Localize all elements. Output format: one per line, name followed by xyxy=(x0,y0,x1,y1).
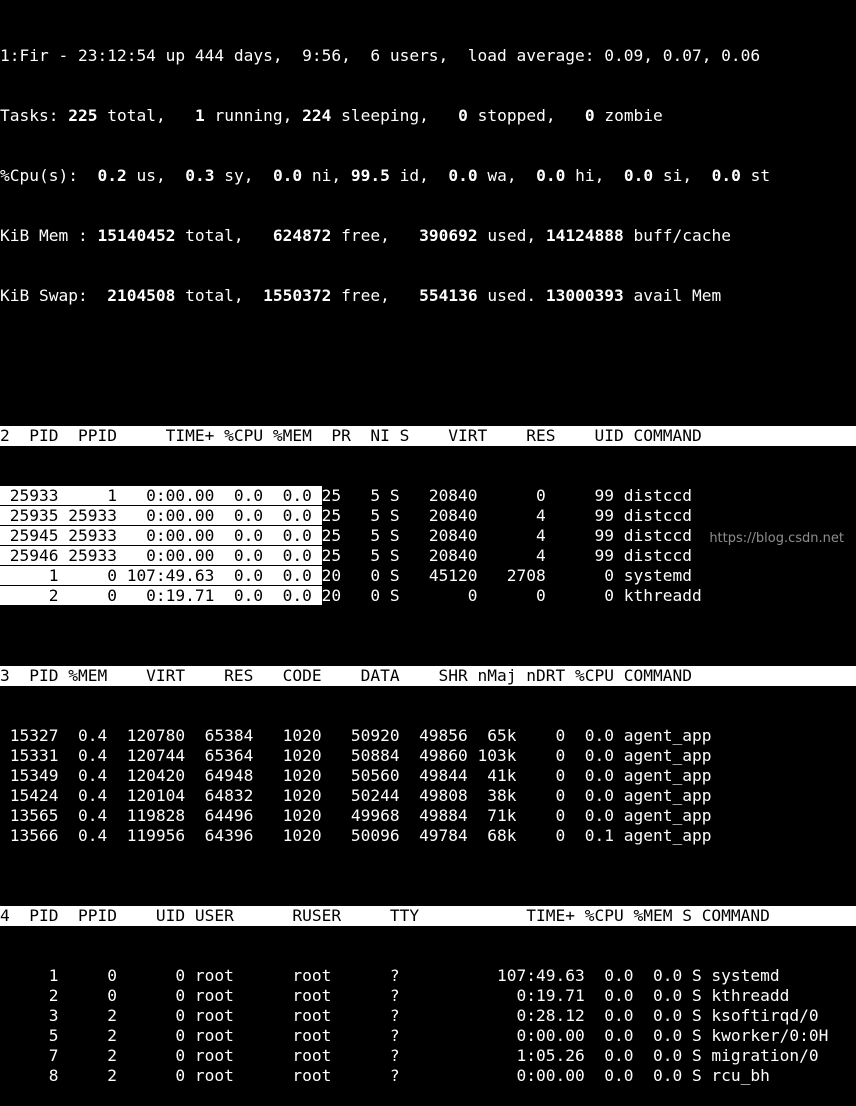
process-cols-right: 0 S 0 0 0 kthreadd xyxy=(341,586,702,605)
uptime-line: 1:Fir - 23:12:54 up 444 days, 9:56, 6 us… xyxy=(0,46,761,65)
process-cols-right: 0 S 45120 2708 0 systemd xyxy=(341,566,692,585)
process-row: 7 2 0 root root ? 1:05.26 0.0 0.0 S migr… xyxy=(0,1046,819,1065)
tasks-line: Tasks: 225 total, 1 running, 224 sleepin… xyxy=(0,106,663,125)
process-row: 1 0 107:49.63 0.0 0.0 20 0 S 45120 2708 … xyxy=(0,566,856,586)
process-row: 15327 0.4 120780 65384 1020 50920 49856 … xyxy=(0,726,712,745)
process-row: 13566 0.4 119956 64396 1020 50096 49784 … xyxy=(0,826,712,845)
tasks-running: 1 xyxy=(194,106,205,125)
tasks-zombie: 0 xyxy=(584,106,595,125)
priority-cell: 25 xyxy=(321,486,342,505)
priority-cell: 25 xyxy=(321,526,342,545)
process-cols-left: 25945 25933 0:00.00 0.0 0.0 xyxy=(0,526,322,545)
tasks-sleeping: 224 xyxy=(302,106,332,125)
process-row: 2 0 0 root root ? 0:19.71 0.0 0.0 S kthr… xyxy=(0,986,790,1005)
process-cols-right: 5 S 20840 4 99 distccd xyxy=(341,506,692,525)
window3-rows: 15327 0.4 120780 65384 1020 50920 49856 … xyxy=(0,726,856,846)
process-cols-right: 5 S 20840 0 99 distccd xyxy=(341,486,692,505)
priority-cell: 20 xyxy=(321,586,342,605)
swap-line: KiB Swap: 2104508 total, 1550372 free, 5… xyxy=(0,286,722,305)
process-row: 8 2 0 root root ? 0:00.00 0.0 0.0 S rcu_… xyxy=(0,1066,770,1085)
window2-header: 2 PID PPID TIME+ %CPU %MEM PR NI S VIRT … xyxy=(0,426,856,446)
mem-line: KiB Mem : 15140452 total, 624872 free, 3… xyxy=(0,226,731,245)
process-row: 1 0 0 root root ? 107:49.63 0.0 0.0 S sy… xyxy=(0,966,780,985)
process-row: 15349 0.4 120420 64948 1020 50560 49844 … xyxy=(0,766,712,785)
process-row: 5 2 0 root root ? 0:00.00 0.0 0.0 S kwor… xyxy=(0,1026,829,1045)
tasks-stopped: 0 xyxy=(458,106,468,125)
process-cols-left: 25935 25933 0:00.00 0.0 0.0 xyxy=(0,506,322,525)
process-row: 25933 1 0:00.00 0.0 0.0 25 5 S 20840 0 9… xyxy=(0,486,856,506)
window2-rows: 25933 1 0:00.00 0.0 0.0 25 5 S 20840 0 9… xyxy=(0,486,856,606)
process-row: 15424 0.4 120104 64832 1020 50244 49808 … xyxy=(0,786,712,805)
cpu-line: %Cpu(s): 0.2 us, 0.3 sy, 0.0 ni, 99.5 id… xyxy=(0,166,771,185)
priority-cell: 25 xyxy=(321,506,342,525)
process-cols-left: 25933 1 0:00.00 0.0 0.0 xyxy=(0,486,322,505)
window4-rows: 1 0 0 root root ? 107:49.63 0.0 0.0 S sy… xyxy=(0,966,856,1086)
process-cols-left: 2 0 0:19.71 0.0 0.0 xyxy=(0,586,322,605)
process-row: 2 0 0:19.71 0.0 0.0 20 0 S 0 0 0 kthread… xyxy=(0,586,856,606)
terminal[interactable]: 1:Fir - 23:12:54 up 444 days, 9:56, 6 us… xyxy=(0,6,856,1106)
process-cols-left: 1 0 107:49.63 0.0 0.0 xyxy=(0,566,322,585)
process-cols-right: 5 S 20840 4 99 distccd xyxy=(341,526,692,545)
process-row: 15331 0.4 120744 65364 1020 50884 49860 … xyxy=(0,746,712,765)
process-row: 3 2 0 root root ? 0:28.12 0.0 0.0 S ksof… xyxy=(0,1006,819,1025)
priority-cell: 20 xyxy=(321,566,342,585)
process-row: 25946 25933 0:00.00 0.0 0.0 25 5 S 20840… xyxy=(0,546,856,566)
tasks-total: 225 xyxy=(68,106,98,125)
process-row: 25935 25933 0:00.00 0.0 0.0 25 5 S 20840… xyxy=(0,506,856,526)
watermark: https://blog.csdn.net xyxy=(709,531,844,546)
window3-header: 3 PID %MEM VIRT RES CODE DATA SHR nMaj n… xyxy=(0,666,856,686)
window4-header: 4 PID PPID UID USER RUSER TTY TIME+ %CPU… xyxy=(0,906,856,926)
process-row: 13565 0.4 119828 64496 1020 49968 49884 … xyxy=(0,806,712,825)
